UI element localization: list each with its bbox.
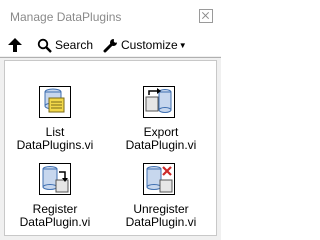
close-button[interactable]: [199, 9, 213, 23]
up-arrow-icon: [8, 38, 22, 52]
register-dataplugin-label: Register DataPlugin.vi: [19, 202, 91, 229]
customize-menu-button[interactable]: Customize ▼: [103, 36, 187, 54]
manage-dataplugins-window: Manage DataPlugins Search Customize ▼ Li…: [0, 0, 221, 240]
wrench-icon: [103, 38, 117, 52]
unregister-dataplugin-label: Unregister DataPlugin.vi: [125, 202, 197, 229]
search-icon: [37, 38, 52, 53]
list-dataplugins-icon: [39, 86, 71, 118]
unregister-dataplugin-vi[interactable]: Unregister DataPlugin.vi: [109, 149, 213, 235]
palette-toolbar: Search Customize ▼: [0, 34, 221, 56]
search-button[interactable]: Search: [37, 36, 93, 54]
toolbar-divider: [0, 57, 221, 58]
unregister-dataplugin-icon: [143, 163, 175, 195]
register-dataplugin-icon: [39, 163, 71, 195]
export-dataplugin-vi[interactable]: Export DataPlugin.vi: [109, 61, 213, 152]
customize-label: Customize: [121, 38, 178, 52]
register-dataplugin-vi[interactable]: Register DataPlugin.vi: [5, 149, 105, 235]
dropdown-caret-icon: ▼: [178, 40, 187, 50]
title-bar: Manage DataPlugins: [0, 0, 221, 34]
export-dataplugin-icon: [143, 86, 175, 118]
window-title: Manage DataPlugins: [10, 10, 122, 24]
search-label: Search: [55, 38, 94, 52]
list-dataplugins-vi[interactable]: List DataPlugins.vi: [5, 61, 105, 152]
palette-panel: List DataPlugins.vi Export DataPlugin.vi: [4, 60, 217, 236]
up-button[interactable]: [8, 36, 24, 54]
